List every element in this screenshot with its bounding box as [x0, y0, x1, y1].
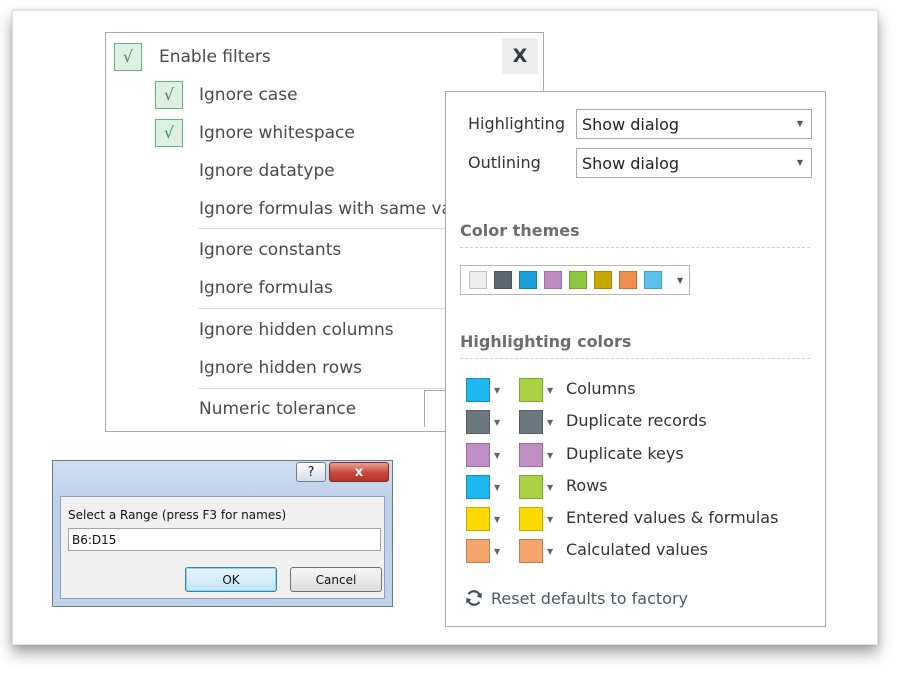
ignore-formulas-same-value-label: Ignore formulas with same va — [199, 199, 452, 219]
ignore-case-checkbox[interactable]: √ — [155, 81, 183, 109]
ignore-formulas-label: Ignore formulas — [199, 278, 333, 298]
dropdown-arrow-icon[interactable]: ▼ — [547, 515, 553, 524]
highlight-color-label: Columns — [566, 379, 636, 398]
enable-filters-checkbox[interactable]: √ — [114, 43, 142, 71]
ignore-hidden-columns-label: Ignore hidden columns — [199, 320, 394, 340]
outlining-select-value: Show dialog — [582, 153, 680, 173]
dropdown-arrow-icon[interactable]: ▼ — [547, 547, 553, 556]
theme-swatch — [619, 271, 637, 289]
primary-color-button[interactable] — [466, 378, 490, 402]
dialog-body: Select a Range (press F3 for names) OK C… — [60, 496, 385, 599]
highlight-color-label: Rows — [566, 476, 608, 495]
secondary-color-button[interactable] — [519, 443, 543, 467]
secondary-color-button[interactable] — [519, 507, 543, 531]
range-prompt: Select a Range (press F3 for names) — [68, 508, 287, 522]
dropdown-arrow-icon[interactable]: ▼ — [494, 386, 500, 395]
theme-swatch — [644, 271, 662, 289]
dialog-close-button[interactable]: x — [329, 462, 389, 482]
section-divider — [460, 358, 810, 359]
dropdown-arrow-icon[interactable]: ▼ — [494, 547, 500, 556]
dropdown-arrow-icon[interactable]: ▼ — [494, 483, 500, 492]
dropdown-arrow-icon: ▼ — [796, 158, 803, 167]
highlight-color-row: ▼ ▼ Duplicate keys — [466, 443, 806, 467]
secondary-color-button[interactable] — [519, 475, 543, 499]
ignore-case-label: Ignore case — [199, 85, 298, 105]
highlighting-label: Highlighting — [468, 114, 565, 133]
ignore-whitespace-label: Ignore whitespace — [199, 123, 355, 143]
highlight-color-label: Calculated values — [566, 540, 709, 559]
refresh-icon — [466, 590, 482, 606]
dropdown-arrow-icon[interactable]: ▼ — [494, 515, 500, 524]
dropdown-arrow-icon[interactable]: ▼ — [547, 451, 553, 460]
enable-filters-label: Enable filters — [159, 47, 271, 67]
secondary-color-button[interactable] — [519, 539, 543, 563]
dropdown-arrow-icon[interactable]: ▼ — [547, 418, 553, 427]
numeric-tolerance-label: Numeric tolerance — [199, 399, 357, 419]
highlight-color-row: ▼ ▼ Rows — [466, 475, 806, 499]
ignore-constants-label: Ignore constants — [199, 240, 342, 260]
highlight-color-label: Duplicate records — [566, 411, 707, 430]
settings-panel: Highlighting Show dialog ▼ Outlining Sho… — [445, 91, 826, 627]
highlight-color-label: Entered values & formulas — [566, 508, 779, 527]
highlight-color-row: ▼ ▼ Calculated values — [466, 539, 806, 563]
highlight-color-label: Duplicate keys — [566, 444, 684, 463]
highlight-color-row: ▼ ▼ Entered values & formulas — [466, 507, 806, 531]
dropdown-arrow-icon[interactable]: ▼ — [547, 483, 553, 492]
outlining-select[interactable]: Show dialog ▼ — [576, 148, 812, 178]
primary-color-button[interactable] — [466, 507, 490, 531]
primary-color-button[interactable] — [466, 443, 490, 467]
check-mark-icon: √ — [163, 123, 175, 142]
theme-swatch — [569, 271, 587, 289]
highlighting-select[interactable]: Show dialog ▼ — [576, 109, 812, 139]
ignore-whitespace-checkbox[interactable]: √ — [155, 119, 183, 147]
dropdown-arrow-icon: ▼ — [677, 276, 684, 285]
primary-color-button[interactable] — [466, 475, 490, 499]
dropdown-arrow-icon: ▼ — [796, 119, 803, 128]
theme-swatch — [494, 271, 512, 289]
highlight-color-row: ▼ ▼ Duplicate records — [466, 410, 806, 434]
primary-color-button[interactable] — [466, 410, 490, 434]
highlight-color-row: ▼ ▼ Columns — [466, 378, 806, 402]
highlighting-select-value: Show dialog — [582, 114, 680, 134]
filter-enable-filters[interactable]: √ Enable filters — [106, 39, 543, 75]
primary-color-button[interactable] — [466, 539, 490, 563]
ignore-datatype-label: Ignore datatype — [199, 161, 335, 181]
theme-swatch — [594, 271, 612, 289]
cancel-button[interactable]: Cancel — [290, 567, 382, 592]
help-button[interactable]: ? — [296, 462, 326, 482]
select-range-dialog: ? x Select a Range (press F3 for names) … — [52, 460, 393, 607]
ignore-hidden-rows-label: Ignore hidden rows — [199, 358, 362, 378]
theme-swatch — [469, 271, 487, 289]
range-input[interactable] — [68, 528, 381, 551]
check-mark-icon: √ — [163, 85, 175, 104]
color-themes-title: Color themes — [460, 221, 580, 240]
secondary-color-button[interactable] — [519, 378, 543, 402]
reset-defaults-link[interactable]: Reset defaults to factory — [464, 588, 688, 608]
reset-defaults-label: Reset defaults to factory — [491, 588, 688, 608]
theme-swatch — [519, 271, 537, 289]
outlining-label: Outlining — [468, 153, 541, 172]
dropdown-arrow-icon[interactable]: ▼ — [547, 386, 553, 395]
check-mark-icon: √ — [122, 47, 134, 66]
dropdown-arrow-icon[interactable]: ▼ — [494, 451, 500, 460]
ok-button[interactable]: OK — [185, 567, 277, 592]
dropdown-arrow-icon[interactable]: ▼ — [494, 418, 500, 427]
color-theme-picker[interactable]: ▼ — [460, 265, 690, 295]
secondary-color-button[interactable] — [519, 410, 543, 434]
section-divider — [460, 247, 810, 248]
theme-swatch — [544, 271, 562, 289]
highlighting-colors-title: Highlighting colors — [460, 332, 632, 351]
